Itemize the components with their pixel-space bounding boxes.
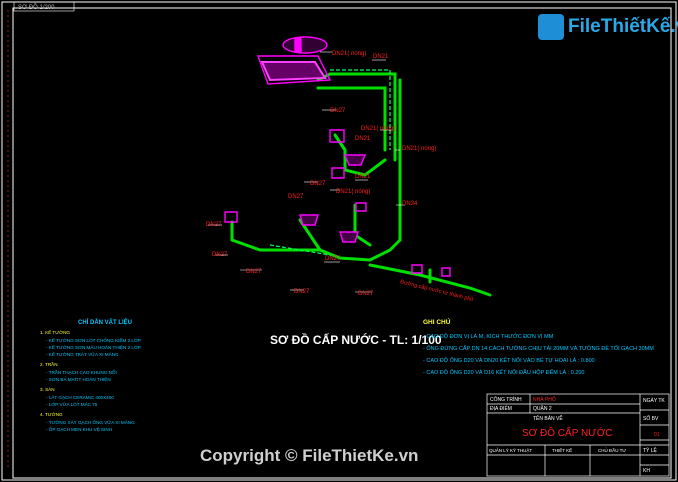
copyright-watermark: Copyright © FileThietKe.vn: [200, 446, 419, 465]
project-label: CÔNG TRÌNH: [490, 396, 522, 403]
spec-line: 3. SÀN: [40, 386, 55, 392]
title-block-text: CÔNG TRÌNH NHÀ PHỐ ĐỊA ĐIỂM QUẬN 2 TÊN B…: [489, 396, 665, 474]
legend-line: - CAO ĐỘ ỐNG D20 VÀ D16 KẾT NỐI ĐẦU HỘP …: [423, 369, 585, 376]
legend-line: - ỐNG ĐỨNG CẤP DN 14 CÁCH TƯỜNG CHỊU TẢI…: [423, 345, 654, 352]
spec-line: 2. TRẦN: [40, 361, 58, 367]
location-value: QUẬN 2: [533, 405, 552, 412]
spec-lines: 1. KẾ TƯỜNG - KẾ TƯỜNG SƠN LÓT CHỐNG KIỀ…: [40, 329, 141, 432]
spec-line: - LÁT GẠCH CERAMIC 400X400: [46, 394, 114, 400]
spec-line: - TƯỜNG XÂY GẠCH ỐNG VỮA XI MĂNG: [46, 419, 135, 425]
pipe-label: DN27: [310, 181, 326, 187]
spec-title: CHỈ DẪN VẬT LIỆU: [78, 318, 132, 326]
spec-line: - SƠN BẢ MATIT HOÀN THIỆN: [46, 375, 111, 382]
project-value: NHÀ PHỐ: [533, 396, 556, 403]
legend-line: - CAO ĐỘ ỐNG D20 VÀ DN20 KẾT NỐI VÀO BỂ …: [423, 357, 595, 364]
pipe-label: DN21: [355, 174, 371, 180]
location-label: ĐỊA ĐIỂM: [490, 405, 512, 412]
spec-line: - KẾ TƯỜNG SƠN MÀU HOÀN THIỆN 2 LỚP: [46, 343, 141, 350]
date-label: NGÀY TK: [643, 397, 665, 404]
pipe-label: DN21( nóng): [332, 51, 366, 57]
spec-line: - KẾ TƯỜNG SƠN LÓT CHỐNG KIỀM 2 LỚP: [46, 337, 141, 343]
pipe-network: [230, 72, 492, 297]
spec-line: - KẾ TƯỜNG TRÁT VỮA XI MĂNG: [46, 351, 119, 357]
main-title: SƠ ĐỒ CẤP NƯỚC - TL: 1/100: [270, 332, 442, 347]
pipe-label: DN27: [294, 289, 310, 295]
spec-line: 1. KẾ TƯỜNG: [40, 329, 70, 335]
pipe-label: Đường cấp nước từ thành phố: [400, 279, 474, 303]
pipe-label: DN34: [402, 201, 418, 207]
spec-line: - ỐP GẠCH MEN KHU VỆ SINH: [46, 425, 112, 432]
spec-line: 4. TƯỜNG: [40, 411, 63, 417]
designer-label: THIẾT KẾ: [552, 447, 572, 453]
pipe-label: DN27: [212, 252, 228, 258]
manager-label: QUẢN LÝ KỸ THUẬT: [489, 447, 532, 453]
spec-line: - TRẦN THẠCH CAO KHUNG NỔI: [46, 369, 117, 375]
logo-icon: [538, 14, 564, 40]
chief-label: CHỦ ĐẦU TƯ: [598, 447, 626, 453]
pipe-label: DN27: [330, 108, 346, 114]
legend-line: - CAO ĐỘ ĐƠN VỊ LÀ M, KÍCH THƯỚC ĐƠN VỊ …: [423, 333, 554, 340]
sheet-label: SỐ BV: [643, 415, 659, 422]
pipe-label: DN27: [206, 222, 222, 228]
pipe-label: DN21: [355, 136, 371, 142]
pipe-label: DN27: [358, 291, 374, 297]
drawing-inner-frame: [12, 7, 672, 479]
legend-title: GHI CHÚ: [423, 317, 451, 326]
pipe-label: DN21: [373, 54, 389, 60]
sheet-no: 01: [654, 432, 660, 438]
hot-pipe-network: [269, 69, 391, 256]
pipe-label: DN27: [246, 269, 262, 275]
legend-lines: - CAO ĐỘ ĐƠN VỊ LÀ M, KÍCH THƯỚC ĐƠN VỊ …: [423, 333, 654, 376]
spec-line: - LỚP VỮA LÓT MÁC 75: [46, 401, 98, 407]
number-label: KH: [643, 468, 650, 474]
pipe-label: DN21( nóng): [336, 189, 370, 195]
brand-name: FileThiếtKế.vn: [568, 16, 678, 37]
cad-drawing-canvas: SƠ ĐỒ 1/200 DN21(nóng) DN21 DN27 DN21(…: [1, 1, 677, 481]
pipe-label: DN27: [325, 256, 341, 262]
drawing-name: SƠ ĐỒ CẤP NƯỚC: [522, 426, 613, 439]
brand-logo[interactable]: FileThiếtKế.vn: [538, 12, 678, 42]
pipe-label: DN27: [288, 194, 304, 200]
drawing-name-label: TÊN BẢN VẼ: [533, 414, 563, 422]
scale-label: TỶ LỆ: [643, 446, 658, 454]
pipe-label: DN21( nóng): [361, 126, 395, 132]
header-tab: SƠ ĐỒ 1/200: [18, 4, 55, 11]
pipe-label: DN21( nóng): [402, 146, 436, 152]
